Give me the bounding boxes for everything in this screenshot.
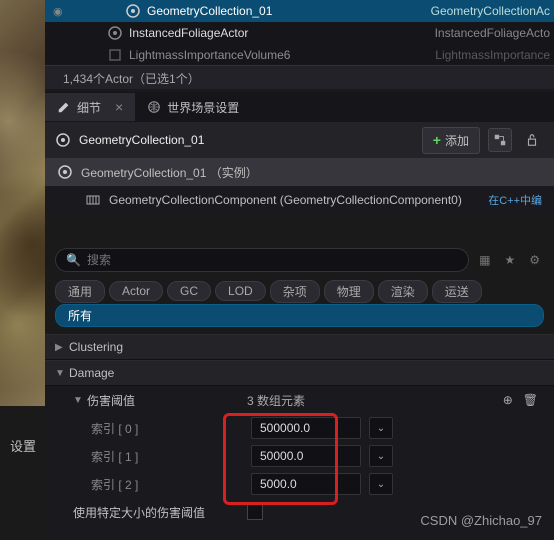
- damage-threshold-row[interactable]: ▼ 伤害阈值 3 数组元素 ⊕ 🗑: [45, 386, 554, 414]
- gc-actor-icon: [123, 1, 143, 21]
- threshold-value-input[interactable]: [251, 417, 361, 439]
- filter-general[interactable]: 通用: [55, 280, 105, 303]
- details-search-input[interactable]: 🔍: [55, 248, 469, 272]
- blueprint-icon-button[interactable]: [488, 128, 512, 152]
- filter-row: 通用 Actor GC LOD 杂项 物理 渲染 运送: [45, 278, 554, 304]
- category-clustering[interactable]: ▶ Clustering: [45, 334, 554, 360]
- details-search-row: 🔍 ▦ ★ ⚙: [45, 245, 554, 275]
- threshold-value-input[interactable]: [251, 473, 361, 495]
- selected-actor-title: GeometryCollection_01: [55, 132, 414, 148]
- search-icon: 🔍: [66, 253, 81, 267]
- collapse-arrow-icon: ▼: [73, 395, 87, 406]
- settings-side-tab[interactable]: 设置: [0, 430, 46, 461]
- component-icon: [85, 192, 101, 208]
- outliner-item-type: LightmassImportance: [435, 48, 554, 62]
- visibility-icon[interactable]: ◉: [53, 5, 71, 18]
- filter-render[interactable]: 渲染: [378, 280, 428, 303]
- add-element-icon[interactable]: ⊕: [503, 393, 513, 407]
- globe-icon: [147, 100, 161, 114]
- chevron-down-icon[interactable]: ⌄: [369, 445, 393, 467]
- filter-gc[interactable]: GC: [167, 281, 211, 301]
- array-element-count: 3 数组元素: [247, 392, 495, 409]
- array-item-row: 索引 [ 0 ] ⌄: [45, 414, 554, 442]
- gc-actor-icon: [57, 164, 73, 180]
- size-specific-checkbox[interactable]: [247, 504, 263, 520]
- category-damage[interactable]: ▼ Damage: [45, 360, 554, 386]
- volume-actor-icon: [105, 45, 125, 65]
- settings-gear-icon[interactable]: ⚙: [525, 253, 544, 267]
- outliner-row[interactable]: InstancedFoliageActor InstancedFoliageAc…: [45, 22, 554, 44]
- tab-world-settings[interactable]: 世界场景设置: [135, 93, 251, 121]
- gc-actor-icon: [55, 132, 71, 148]
- array-item-row: 索引 [ 1 ] ⌄: [45, 442, 554, 470]
- filter-lod[interactable]: LOD: [215, 281, 266, 301]
- search-field[interactable]: [87, 253, 458, 267]
- edit-cpp-link[interactable]: 在C++中编: [488, 192, 542, 208]
- filter-all[interactable]: 所有: [55, 304, 544, 327]
- lock-icon-button[interactable]: [520, 128, 544, 152]
- outliner-row[interactable]: LightmassImportanceVolume6 LightmassImpo…: [45, 44, 554, 65]
- chevron-down-icon[interactable]: ⌄: [369, 473, 393, 495]
- filter-actor[interactable]: Actor: [109, 281, 163, 301]
- outliner-item-label: InstancedFoliageActor: [129, 26, 435, 40]
- filter-misc[interactable]: 杂项: [270, 280, 320, 303]
- outliner-row[interactable]: ◉ GeometryCollection_01 GeometryCollecti…: [45, 0, 554, 22]
- filter-stream[interactable]: 运送: [432, 280, 482, 303]
- collapse-arrow-icon: ▼: [55, 368, 69, 379]
- filter-physics[interactable]: 物理: [324, 280, 374, 303]
- component-root-row[interactable]: GeometryCollection_01 （实例）: [45, 158, 554, 186]
- outliner-item-label: LightmassImportanceVolume6: [129, 48, 435, 62]
- tab-label: 世界场景设置: [167, 99, 239, 116]
- pencil-icon: [57, 100, 71, 114]
- tab-label: 细节: [77, 99, 101, 116]
- outliner-item-type: InstancedFoliageActo: [435, 26, 554, 40]
- details-header: GeometryCollection_01 + 添加: [45, 122, 554, 158]
- array-item-row: 索引 [ 2 ] ⌄: [45, 470, 554, 498]
- world-outliner: ◉ GeometryCollection_01 GeometryCollecti…: [45, 0, 554, 65]
- add-component-button[interactable]: + 添加: [422, 127, 480, 154]
- plus-icon: +: [433, 132, 441, 148]
- expand-arrow-icon: ▶: [55, 342, 69, 353]
- outliner-footer: 1,434个Actor（已选1个）: [45, 65, 554, 89]
- property-list: ▶ Clustering ▼ Damage ▼ 伤害阈值 3 数组元素 ⊕ 🗑 …: [45, 334, 554, 540]
- threshold-value-input[interactable]: [251, 445, 361, 467]
- favorite-icon[interactable]: ★: [500, 253, 519, 267]
- component-tree: GeometryCollection_01 （实例） GeometryColle…: [45, 158, 554, 214]
- close-icon[interactable]: ×: [115, 99, 123, 115]
- component-child-row[interactable]: GeometryCollectionComponent (GeometryCol…: [45, 186, 554, 214]
- panel-tabs: 细节 × 世界场景设置: [45, 92, 554, 122]
- outliner-item-type: GeometryCollectionAc: [431, 4, 554, 18]
- viewport-preview: [0, 0, 45, 406]
- foliage-actor-icon: [105, 23, 125, 43]
- tab-details[interactable]: 细节 ×: [45, 93, 135, 121]
- outliner-item-label: GeometryCollection_01: [147, 4, 431, 18]
- clear-array-icon[interactable]: 🗑: [523, 393, 538, 407]
- size-specific-threshold-row: 使用特定大小的伤害阈值: [45, 498, 554, 526]
- grid-view-icon[interactable]: ▦: [475, 253, 494, 267]
- chevron-down-icon[interactable]: ⌄: [369, 417, 393, 439]
